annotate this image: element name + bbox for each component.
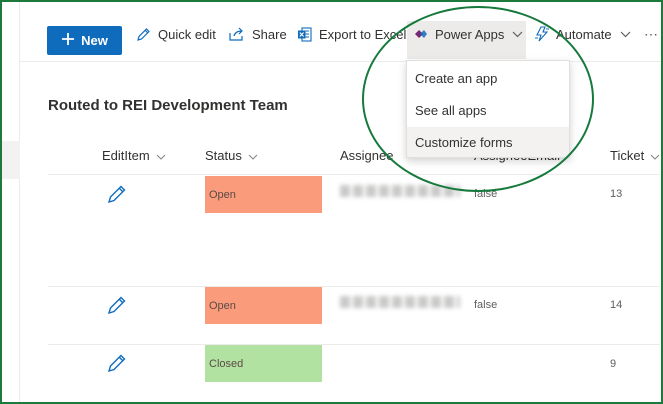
more-icon[interactable]: ⋯ [644,19,658,49]
left-nav-selected-item[interactable] [2,141,20,179]
column-header-status[interactable]: Status [205,148,258,163]
status-cell: Closed [205,345,322,382]
highlight-ellipse [362,6,594,192]
status-cell: Open [205,176,322,213]
column-header-edititem[interactable]: EditItem [102,148,166,163]
ticket-cell: 9 [610,358,617,370]
left-nav [2,2,20,402]
edit-icon[interactable] [106,183,128,210]
row-divider [48,344,660,345]
edit-icon[interactable] [106,294,128,321]
row-divider [48,286,660,287]
assignee-redacted [340,296,460,308]
quick-edit-label: Quick edit [158,26,216,42]
edit-icon[interactable] [106,352,128,379]
column-header-label: Status [205,148,242,163]
new-button[interactable]: New [47,26,122,55]
new-button-label: New [81,33,108,48]
chevron-down-icon [248,148,258,163]
pencil-icon [136,27,151,42]
ticket-cell: 14 [610,299,623,311]
add-icon [61,32,75,49]
column-header-ticket[interactable]: Ticket [610,148,660,163]
list-title: Routed to REI Development Team [48,97,288,114]
column-header-label: Ticket [610,148,645,163]
share-label: Share [252,26,287,42]
quick-edit-button[interactable]: Quick edit [136,19,216,49]
chevron-down-icon [156,148,166,163]
column-header-label: EditItem [102,148,150,163]
ticket-cell: 13 [610,188,623,200]
share-button[interactable]: Share [229,19,287,49]
assignee-email-cell: false [474,299,498,311]
chevron-down-icon [620,31,631,38]
more-label: ⋯ [644,25,658,42]
chevron-down-icon [650,148,660,163]
status-cell: Open [205,287,322,324]
share-icon [229,27,245,41]
header-divider [48,174,660,175]
excel-icon [297,26,312,42]
